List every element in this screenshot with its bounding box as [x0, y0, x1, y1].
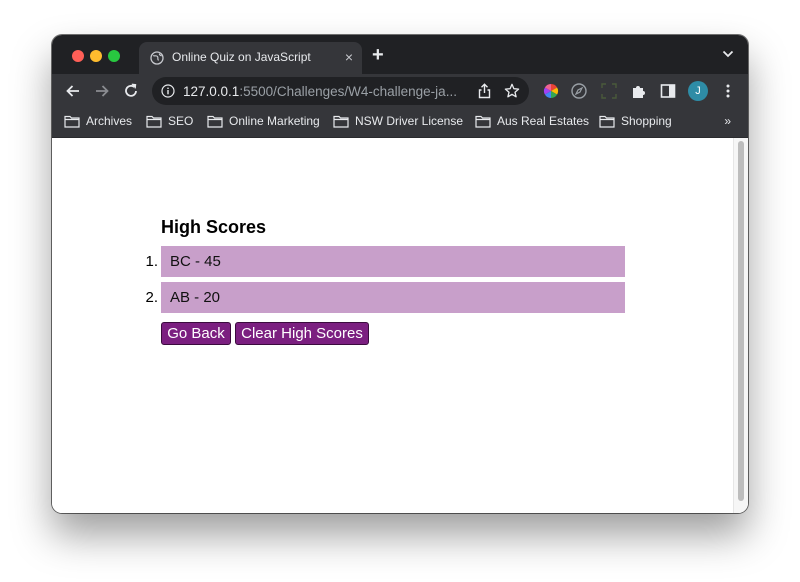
bookmark-label: Online Marketing: [229, 114, 320, 128]
bookmarks-overflow-button[interactable]: »: [724, 114, 731, 128]
folder-icon: [599, 115, 615, 128]
folder-icon: [146, 115, 162, 128]
plus-icon[interactable]: +: [372, 45, 384, 65]
url-path: :5500/Challenges/W4-challenge-ja...: [239, 84, 457, 99]
address-bar[interactable]: 127.0.0.1:5500/Challenges/W4-challenge-j…: [152, 77, 529, 105]
color-wheel-icon[interactable]: [542, 82, 560, 100]
avatar[interactable]: J: [688, 81, 708, 101]
bookmark-label: NSW Driver License: [355, 114, 464, 128]
clear-high-scores-button[interactable]: Clear High Scores: [235, 322, 369, 345]
star-icon[interactable]: [504, 83, 520, 99]
browser-toolbar: 127.0.0.1:5500/Challenges/W4-challenge-j…: [52, 74, 748, 108]
kebab-menu-icon[interactable]: [719, 82, 737, 100]
tab-online-quiz[interactable]: Online Quiz on JavaScript ×: [139, 42, 362, 74]
url-text[interactable]: 127.0.0.1:5500/Challenges/W4-challenge-j…: [183, 84, 457, 99]
bookmark-label: Archives: [86, 114, 133, 128]
browser-window: Online Quiz on JavaScript × + 127.0.0.1:…: [52, 35, 748, 513]
high-scores-list: 1. BC - 45 2. AB - 20: [142, 246, 625, 318]
folder-icon: [207, 115, 223, 128]
go-back-button[interactable]: Go Back: [161, 322, 231, 345]
tab-title: Online Quiz on JavaScript: [172, 50, 311, 64]
close-icon[interactable]: ×: [345, 49, 353, 65]
minimize-window-button[interactable]: [90, 50, 102, 62]
back-arrow-icon[interactable]: [64, 82, 82, 100]
list-item: 1. BC - 45: [142, 246, 625, 277]
tab-strip: Online Quiz on JavaScript × +: [52, 35, 748, 74]
page-title: High Scores: [161, 217, 267, 237]
folder-icon: [64, 115, 80, 128]
page-content: High Scores 1. BC - 45 2. AB - 20 Go Bac…: [52, 138, 748, 513]
info-icon[interactable]: [161, 84, 175, 98]
score-row: BC - 45: [161, 246, 625, 277]
folder-icon: [475, 115, 491, 128]
bookmarks-bar: Archives SEO Online Marketing NSW Driver…: [52, 108, 748, 138]
reload-icon[interactable]: [122, 82, 140, 100]
globe-icon: [150, 51, 164, 65]
maximize-window-button[interactable]: [108, 50, 120, 62]
score-rank: 2.: [145, 289, 158, 306]
scrollbar[interactable]: [733, 138, 748, 513]
score-text: AB - 20: [170, 289, 221, 306]
compass-icon[interactable]: [570, 82, 588, 100]
puzzle-icon[interactable]: [630, 82, 648, 100]
list-item: 2. AB - 20: [142, 282, 625, 313]
screenshot-icon[interactable]: [600, 82, 618, 100]
folder-icon: [333, 115, 349, 128]
url-host: 127.0.0.1: [183, 84, 240, 99]
chevron-down-icon[interactable]: [722, 50, 734, 58]
share-icon[interactable]: [477, 83, 492, 99]
score-rank: 1.: [145, 253, 158, 270]
bookmark-label: Shopping: [621, 114, 672, 128]
bookmark-label: Aus Real Estates: [497, 114, 590, 128]
scrollbar-thumb[interactable]: [738, 141, 744, 501]
close-window-button[interactable]: [72, 50, 84, 62]
score-row: AB - 20: [161, 282, 625, 313]
score-text: BC - 45: [170, 253, 221, 270]
bookmark-label: SEO: [168, 114, 194, 128]
forward-arrow-icon[interactable]: [93, 82, 111, 100]
sidebar-icon[interactable]: [659, 82, 677, 100]
